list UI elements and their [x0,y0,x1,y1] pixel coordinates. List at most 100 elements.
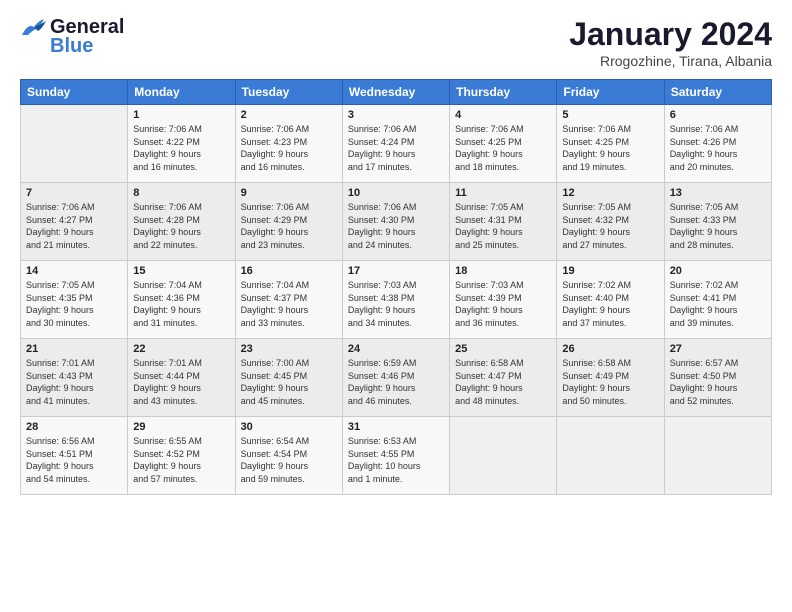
calendar-cell-w5-d1: 29Sunrise: 6:55 AM Sunset: 4:52 PM Dayli… [128,417,235,495]
cell-sun-info: Sunrise: 7:06 AM Sunset: 4:24 PM Dayligh… [348,123,444,173]
calendar-cell-w4-d2: 23 Sunrise: 7:00 AM Sunset: 4:45 PM Dayli… [235,339,342,417]
header-friday: Friday [557,80,664,105]
cell-sun-info: Sunrise: 6:55 AM Sunset: 4:52 PM Dayligh… [133,435,229,485]
cell-sun-info: Sunrise: 7:06 AM Sunset: 4:30 PM Dayligh… [348,201,444,251]
cell-sun-info: Sunrise: 7:05 AM Sunset: 4:33 PM Dayligh… [670,201,766,251]
cell-sun-info: Sunrise: 7:03 AM Sunset: 4:38 PM Dayligh… [348,279,444,329]
day-number: 25 [455,343,551,355]
month-title: January 2024 [569,16,772,53]
calendar-week-5: 28Sunrise: 6:56 AM Sunset: 4:51 PM Dayli… [21,417,772,495]
day-number: 20 [670,265,766,277]
day-number: 2 [241,109,337,121]
day-number: 5 [562,109,658,121]
day-number: 4 [455,109,551,121]
calendar-cell-w4-d5: 26 Sunrise: 6:58 AM Sunset: 4:49 PM Dayli… [557,339,664,417]
cell-sun-info: Sunrise: 7:06 AM Sunset: 4:26 PM Dayligh… [670,123,766,173]
cell-sun-info: Sunrise: 7:01 AM Sunset: 4:44 PM Dayligh… [133,357,229,407]
header-saturday: Saturday [664,80,771,105]
location-subtitle: Rrogozhine, Tirana, Albania [569,53,772,69]
day-number: 9 [241,187,337,199]
calendar-cell-w2-d0: 7Sunrise: 7:06 AM Sunset: 4:27 PM Daylig… [21,183,128,261]
day-number: 13 [670,187,766,199]
calendar-cell-w1-d5: 5 Sunrise: 7:06 AM Sunset: 4:25 PM Daylig… [557,105,664,183]
logo: General Blue [20,16,124,58]
calendar-cell-w5-d4 [450,417,557,495]
calendar-cell-w5-d6 [664,417,771,495]
day-number: 16 [241,265,337,277]
calendar-cell-w1-d2: 2Sunrise: 7:06 AM Sunset: 4:23 PM Daylig… [235,105,342,183]
calendar-cell-w2-d3: 10 Sunrise: 7:06 AM Sunset: 4:30 PM Dayli… [342,183,449,261]
cell-sun-info: Sunrise: 6:58 AM Sunset: 4:47 PM Dayligh… [455,357,551,407]
day-number: 26 [562,343,658,355]
logo-blue: Blue [50,35,93,58]
day-number: 3 [348,109,444,121]
calendar-cell-w2-d5: 12 Sunrise: 7:05 AM Sunset: 4:32 PM Dayli… [557,183,664,261]
calendar-cell-w1-d6: 6Sunrise: 7:06 AM Sunset: 4:26 PM Daylig… [664,105,771,183]
calendar-cell-w1-d4: 4 Sunrise: 7:06 AM Sunset: 4:25 PM Daylig… [450,105,557,183]
calendar-week-2: 7Sunrise: 7:06 AM Sunset: 4:27 PM Daylig… [21,183,772,261]
calendar-cell-w3-d0: 14 Sunrise: 7:05 AM Sunset: 4:35 PM Dayli… [21,261,128,339]
header-tuesday: Tuesday [235,80,342,105]
calendar-week-1: 1 Sunrise: 7:06 AM Sunset: 4:22 PM Daylig… [21,105,772,183]
calendar-cell-w4-d4: 25 Sunrise: 6:58 AM Sunset: 4:47 PM Dayli… [450,339,557,417]
day-number: 23 [241,343,337,355]
cell-sun-info: Sunrise: 7:00 AM Sunset: 4:45 PM Dayligh… [241,357,337,407]
cell-sun-info: Sunrise: 7:02 AM Sunset: 4:41 PM Dayligh… [670,279,766,329]
day-number: 22 [133,343,229,355]
cell-sun-info: Sunrise: 6:56 AM Sunset: 4:51 PM Dayligh… [26,435,122,485]
calendar-cell-w3-d3: 17 Sunrise: 7:03 AM Sunset: 4:38 PM Dayli… [342,261,449,339]
cell-sun-info: Sunrise: 6:58 AM Sunset: 4:49 PM Dayligh… [562,357,658,407]
cell-sun-info: Sunrise: 7:06 AM Sunset: 4:25 PM Dayligh… [562,123,658,173]
calendar-cell-w3-d6: 20 Sunrise: 7:02 AM Sunset: 4:41 PM Dayli… [664,261,771,339]
cell-sun-info: Sunrise: 7:02 AM Sunset: 4:40 PM Dayligh… [562,279,658,329]
logo-icon [20,17,48,39]
calendar-cell-w3-d4: 18Sunrise: 7:03 AM Sunset: 4:39 PM Dayli… [450,261,557,339]
header-sunday: Sunday [21,80,128,105]
cell-sun-info: Sunrise: 7:05 AM Sunset: 4:35 PM Dayligh… [26,279,122,329]
header-thursday: Thursday [450,80,557,105]
calendar-cell-w4-d6: 27Sunrise: 6:57 AM Sunset: 4:50 PM Dayli… [664,339,771,417]
calendar-header-row: Sunday Monday Tuesday Wednesday Thursday… [21,80,772,105]
cell-sun-info: Sunrise: 7:06 AM Sunset: 4:28 PM Dayligh… [133,201,229,251]
calendar-cell-w2-d1: 8Sunrise: 7:06 AM Sunset: 4:28 PM Daylig… [128,183,235,261]
calendar-week-4: 21 Sunrise: 7:01 AM Sunset: 4:43 PM Dayli… [21,339,772,417]
cell-sun-info: Sunrise: 7:06 AM Sunset: 4:22 PM Dayligh… [133,123,229,173]
day-number: 30 [241,421,337,433]
cell-sun-info: Sunrise: 7:04 AM Sunset: 4:37 PM Dayligh… [241,279,337,329]
day-number: 21 [26,343,122,355]
header-wednesday: Wednesday [342,80,449,105]
calendar-cell-w2-d2: 9Sunrise: 7:06 AM Sunset: 4:29 PM Daylig… [235,183,342,261]
day-number: 17 [348,265,444,277]
calendar-cell-w2-d4: 11Sunrise: 7:05 AM Sunset: 4:31 PM Dayli… [450,183,557,261]
day-number: 14 [26,265,122,277]
day-number: 12 [562,187,658,199]
header-monday: Monday [128,80,235,105]
cell-sun-info: Sunrise: 6:53 AM Sunset: 4:55 PM Dayligh… [348,435,444,485]
calendar-cell-w3-d1: 15Sunrise: 7:04 AM Sunset: 4:36 PM Dayli… [128,261,235,339]
header: General Blue January 2024 Rrogozhine, Ti… [20,16,772,69]
calendar-cell-w5-d3: 31 Sunrise: 6:53 AM Sunset: 4:55 PM Dayli… [342,417,449,495]
cell-sun-info: Sunrise: 7:04 AM Sunset: 4:36 PM Dayligh… [133,279,229,329]
cell-sun-info: Sunrise: 7:01 AM Sunset: 4:43 PM Dayligh… [26,357,122,407]
cell-sun-info: Sunrise: 6:57 AM Sunset: 4:50 PM Dayligh… [670,357,766,407]
page: General Blue January 2024 Rrogozhine, Ti… [0,0,792,612]
calendar-table: Sunday Monday Tuesday Wednesday Thursday… [20,79,772,495]
day-number: 31 [348,421,444,433]
day-number: 19 [562,265,658,277]
calendar-cell-w5-d5 [557,417,664,495]
day-number: 11 [455,187,551,199]
day-number: 1 [133,109,229,121]
calendar-cell-w1-d3: 3 Sunrise: 7:06 AM Sunset: 4:24 PM Daylig… [342,105,449,183]
calendar-week-3: 14 Sunrise: 7:05 AM Sunset: 4:35 PM Dayli… [21,261,772,339]
day-number: 24 [348,343,444,355]
cell-sun-info: Sunrise: 7:03 AM Sunset: 4:39 PM Dayligh… [455,279,551,329]
cell-sun-info: Sunrise: 7:05 AM Sunset: 4:32 PM Dayligh… [562,201,658,251]
calendar-cell-w1-d1: 1 Sunrise: 7:06 AM Sunset: 4:22 PM Daylig… [128,105,235,183]
calendar-cell-w4-d1: 22 Sunrise: 7:01 AM Sunset: 4:44 PM Dayli… [128,339,235,417]
day-number: 10 [348,187,444,199]
title-section: January 2024 Rrogozhine, Tirana, Albania [569,16,772,69]
cell-sun-info: Sunrise: 7:06 AM Sunset: 4:25 PM Dayligh… [455,123,551,173]
calendar-cell-w4-d3: 24 Sunrise: 6:59 AM Sunset: 4:46 PM Dayli… [342,339,449,417]
calendar-cell-w2-d6: 13 Sunrise: 7:05 AM Sunset: 4:33 PM Dayli… [664,183,771,261]
cell-sun-info: Sunrise: 6:59 AM Sunset: 4:46 PM Dayligh… [348,357,444,407]
